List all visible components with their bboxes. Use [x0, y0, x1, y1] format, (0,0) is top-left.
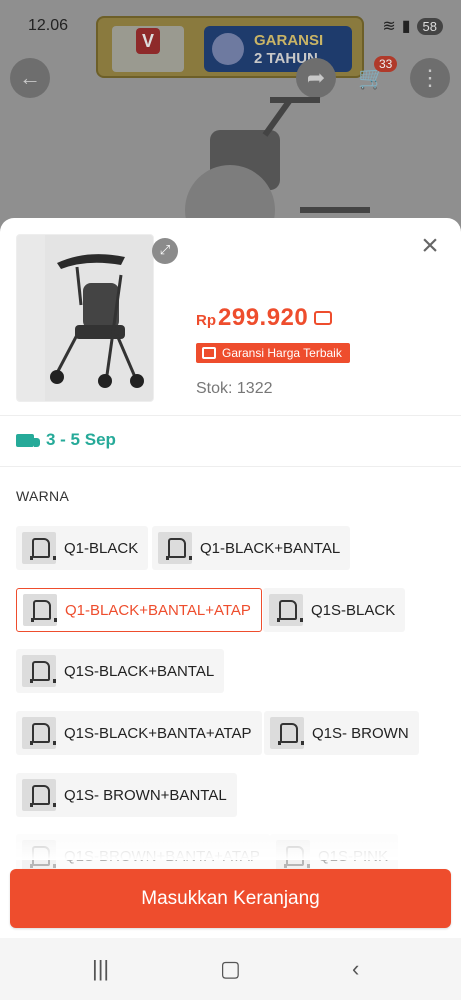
logo-letter: V	[136, 28, 160, 54]
variant-label: Q1-BLACK+BANTAL	[200, 539, 341, 557]
scroll-fade	[0, 830, 461, 860]
shipping-row[interactable]: 3 - 5 Sep	[16, 430, 116, 450]
wifi-icon: ≋	[382, 18, 396, 35]
variant-label: Q1S- BROWN	[312, 724, 409, 742]
add-to-cart-button[interactable]: Masukkan Keranjang	[10, 869, 451, 928]
share-icon[interactable]: ➦	[296, 58, 336, 98]
cart-count-badge: 33	[374, 56, 398, 72]
variant-thumb	[270, 717, 304, 749]
battery-indicator: 58	[416, 17, 443, 35]
variant-section-label: WARNA	[16, 488, 70, 504]
variant-option[interactable]: Q1S-BLACK+BANTA+ATAP	[16, 711, 262, 755]
seal-icon	[212, 33, 244, 65]
status-time: 12.06	[28, 17, 69, 34]
expand-icon[interactable]: ⤢	[152, 238, 178, 264]
back-arrow-icon[interactable]: ←	[10, 58, 50, 98]
variant-thumb	[22, 655, 56, 687]
signal-icon: ▮	[401, 18, 411, 35]
variant-thumb	[22, 717, 56, 749]
divider	[0, 466, 461, 467]
guarantee-icon	[202, 347, 216, 359]
variant-thumb	[269, 594, 303, 626]
product-image-bg	[185, 97, 370, 230]
variant-label: Q1S-BLACK+BANTAL	[64, 662, 215, 680]
more-icon[interactable]: ⋮	[410, 58, 450, 98]
variant-thumb	[23, 594, 57, 626]
variant-option[interactable]: Q1S- BROWN+BANTAL	[16, 773, 237, 817]
variant-label: Q1S-BLACK	[311, 601, 396, 619]
store-logo: V	[112, 26, 184, 72]
variant-option[interactable]: Q1-BLACK	[16, 526, 149, 570]
variant-option[interactable]: Q1-BLACK+BANTAL	[152, 526, 351, 570]
divider	[0, 415, 461, 416]
variant-thumb	[22, 779, 56, 811]
home-icon[interactable]: ▢	[220, 956, 241, 982]
variant-label: Q1-BLACK+BANTAL+ATAP	[65, 601, 251, 619]
price: Rp 299.920	[196, 304, 333, 332]
product-thumbnail[interactable]	[16, 234, 154, 402]
status-right: ≋ ▮ 58	[382, 16, 443, 36]
variant-option[interactable]: Q1S- BROWN	[264, 711, 419, 755]
shipping-estimate: 3 - 5 Sep	[46, 430, 116, 449]
variant-bottom-sheet: × ⤢ Rp 299.920 Garansi Harga Terbaik Sto…	[0, 218, 461, 938]
variant-option-selected[interactable]: Q1-BLACK+BANTAL+ATAP	[16, 588, 262, 632]
background-product-page: 12.06 ≋ ▮ 58 V GARANSI 2 TAHUN ← ➦ 🛒 33 …	[0, 0, 461, 230]
recent-apps-icon[interactable]: |||	[92, 956, 109, 982]
price-currency: Rp	[196, 312, 216, 329]
variant-thumb	[158, 532, 192, 564]
system-nav-bar: ||| ▢ ‹	[0, 938, 461, 1000]
stock-label: Stok: 1322	[196, 380, 273, 397]
close-icon[interactable]: ×	[417, 231, 443, 261]
variant-option[interactable]: Q1S-BLACK+BANTAL	[16, 649, 225, 693]
variant-thumb	[22, 532, 56, 564]
guarantee-label: Garansi Harga Terbaik	[222, 346, 342, 360]
price-amount: 299.920	[218, 304, 309, 331]
warranty-line1: GARANSI	[254, 32, 324, 49]
best-price-guarantee-badge[interactable]: Garansi Harga Terbaik	[196, 343, 350, 363]
variant-label: Q1-BLACK	[64, 539, 139, 557]
variant-option[interactable]: Q1S-BLACK	[263, 588, 406, 632]
variant-label: Q1S- BROWN+BANTAL	[64, 786, 227, 804]
truck-icon	[16, 433, 40, 447]
back-icon[interactable]: ‹	[352, 956, 359, 982]
stroller-image	[45, 235, 153, 401]
coin-icon	[314, 311, 333, 325]
variant-label: Q1S-BLACK+BANTA+ATAP	[64, 724, 252, 742]
